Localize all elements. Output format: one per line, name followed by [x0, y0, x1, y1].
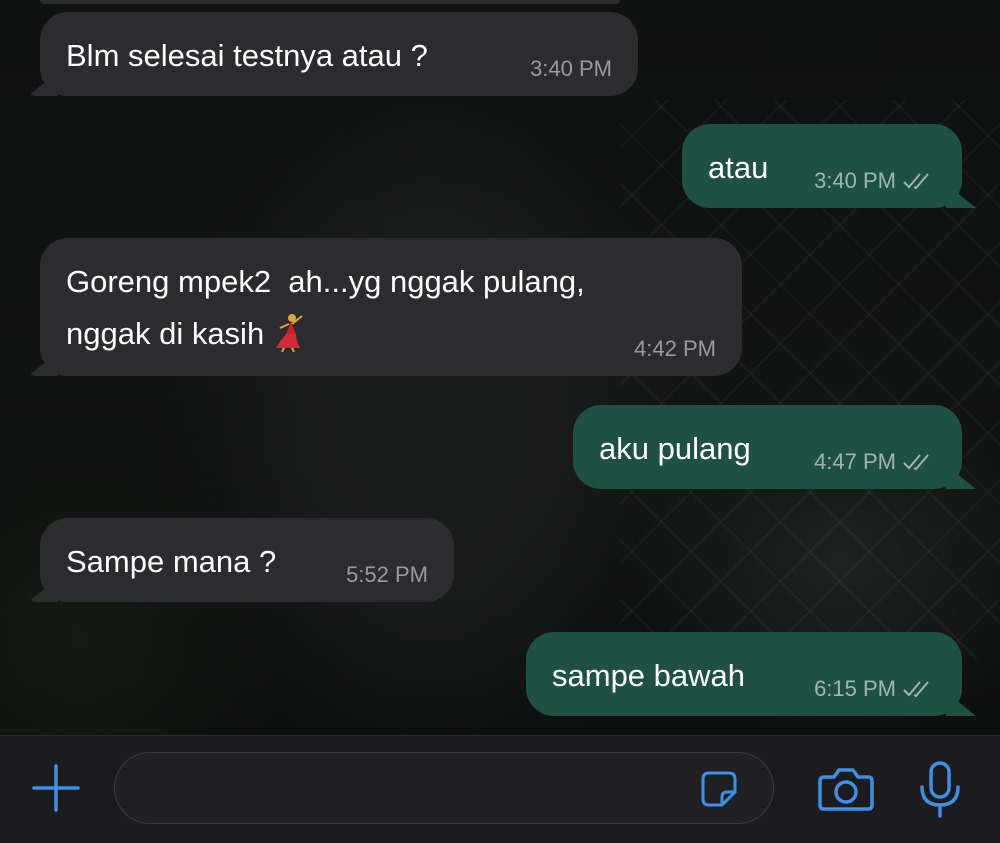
- camera-button[interactable]: [816, 762, 876, 814]
- message-bubble-outgoing[interactable]: aku pulang 4:47 PM: [573, 405, 976, 489]
- message-input-field[interactable]: [114, 752, 774, 825]
- sticker-icon: [701, 771, 737, 807]
- message-text: Goreng mpek2 ah...yg nggak pulang, nggak…: [66, 264, 585, 352]
- read-double-check-icon: [903, 173, 929, 190]
- message-time: 4:47 PM: [814, 449, 896, 474]
- voice-message-button[interactable]: [912, 760, 968, 820]
- message-input[interactable]: [139, 753, 703, 825]
- message-meta: 3:40 PM: [814, 168, 936, 194]
- message-time: 3:40 PM: [814, 168, 896, 193]
- message-bubble-outgoing[interactable]: sampe bawah 6:15 PM: [526, 632, 976, 716]
- plus-icon: [32, 764, 80, 812]
- message-bubble-incoming[interactable]: Sampe mana ? 5:52 PM: [28, 518, 454, 602]
- read-double-check-icon: [903, 681, 929, 698]
- message-time: 5:52 PM: [346, 562, 428, 587]
- message-time: 3:40 PM: [530, 56, 612, 81]
- message-meta: 3:40 PM: [530, 56, 612, 82]
- camera-icon: [818, 768, 874, 811]
- message-meta: 4:42 PM: [634, 336, 716, 362]
- read-double-check-icon: [903, 454, 929, 471]
- message-meta: 5:52 PM: [346, 562, 428, 588]
- message-meta: 4:47 PM: [814, 449, 936, 475]
- message-time: 4:42 PM: [634, 336, 716, 361]
- add-attachment-button[interactable]: [28, 763, 84, 813]
- message-bubble-incoming[interactable]: Goreng mpek2 ah...yg nggak pulang, nggak…: [28, 238, 742, 376]
- message-bubble-outgoing[interactable]: atau 3:40 PM: [682, 124, 976, 208]
- sticker-button[interactable]: [697, 767, 741, 811]
- message-bubble-incoming[interactable]: Blm selesai testnya atau ? 3:40 PM: [28, 12, 638, 96]
- dancer-emoji: [276, 314, 303, 352]
- message-meta: 6:15 PM: [814, 676, 936, 702]
- message-time: 6:15 PM: [814, 676, 896, 701]
- microphone-icon: [920, 761, 960, 818]
- previous-message-edge: [40, 0, 620, 4]
